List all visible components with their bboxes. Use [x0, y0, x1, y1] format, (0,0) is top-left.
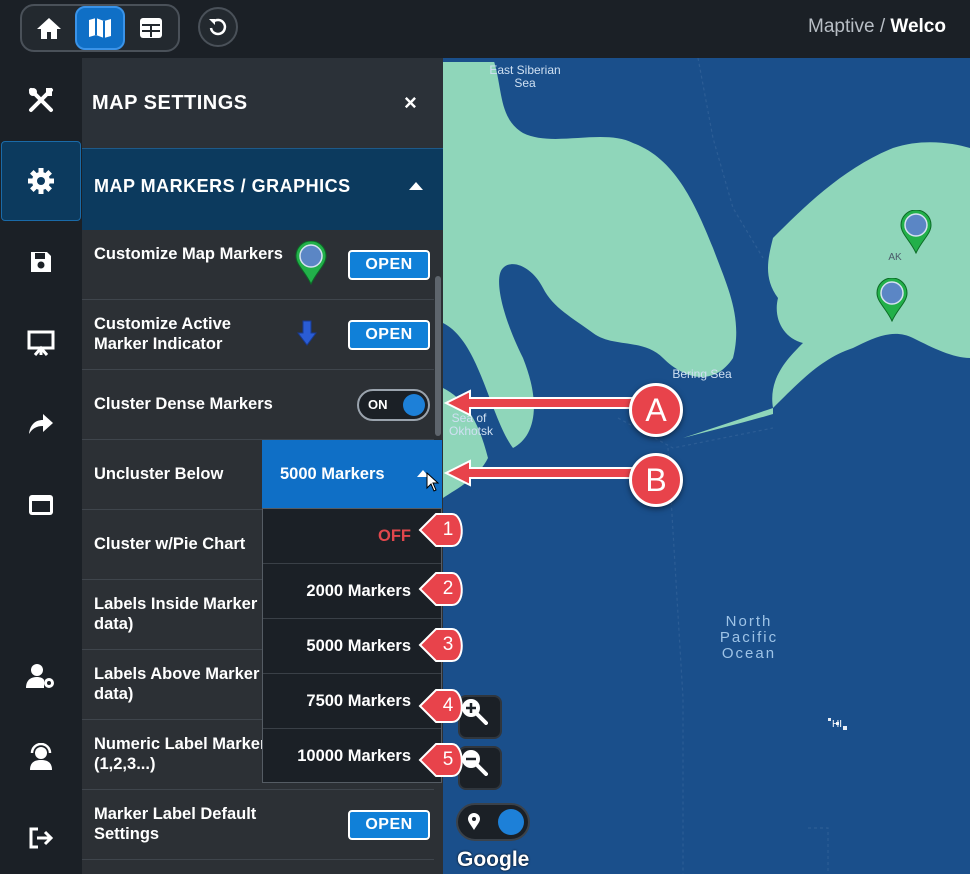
annotation-number-1: 1 — [442, 519, 454, 540]
annotation-badge-b: B — [629, 453, 683, 507]
annotation-number-4: 4 — [442, 695, 454, 716]
annotation-badge-a: A — [629, 383, 683, 437]
app-root: Maptive / Welco East Siberian Sea Bering… — [0, 0, 970, 874]
annotation-number-5: 5 — [442, 749, 454, 770]
annotation-arrows — [418, 389, 633, 777]
annotation-number-2: 2 — [442, 578, 454, 599]
annotation-number-3: 3 — [442, 634, 454, 655]
